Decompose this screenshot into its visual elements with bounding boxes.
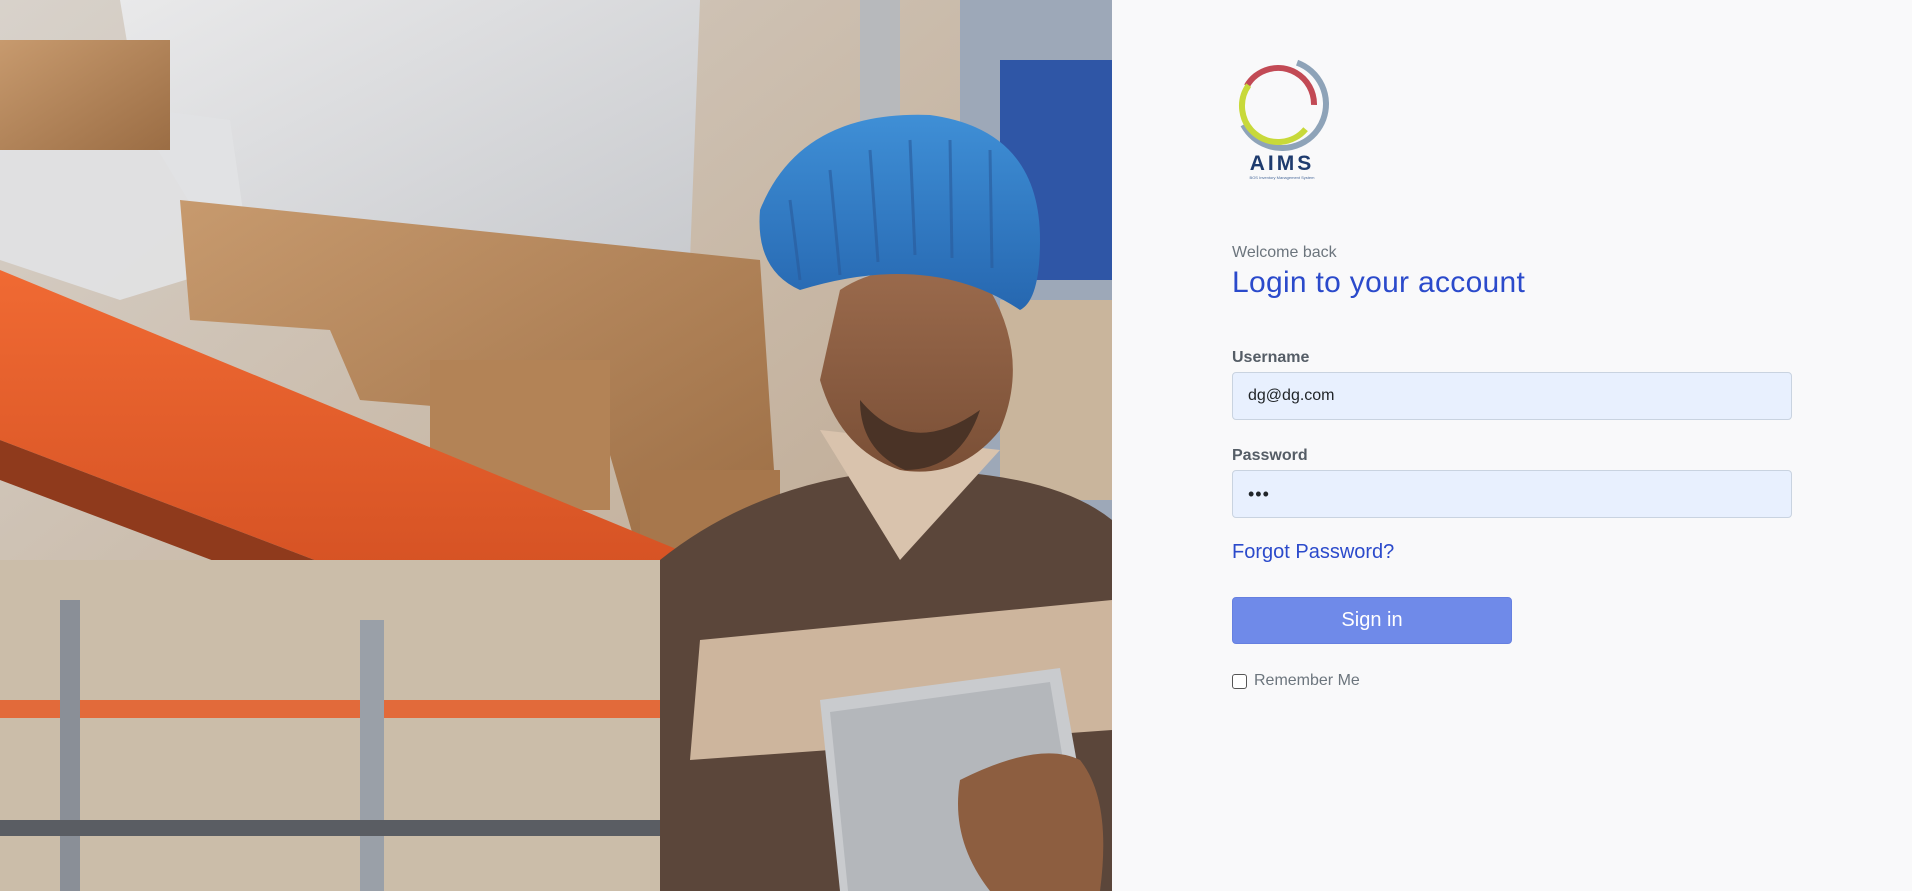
remember-me-checkbox[interactable] [1232,673,1247,689]
hero-photo [0,0,1112,891]
login-page: AIMS BOS Inventory Management System Wel… [0,0,1912,891]
warehouse-illustration [0,0,1112,891]
password-label: Password [1232,447,1308,464]
username-label: Username [1232,349,1310,366]
password-input[interactable]: ••• [1232,470,1792,518]
logo-tagline: BOS Inventory Management System [1249,175,1315,180]
logo-wordmark: AIMS [1249,152,1315,175]
welcome-text: Welcome back [1232,244,1337,261]
forgot-password-link[interactable]: Forgot Password? [1232,541,1394,564]
username-input[interactable]: dg@dg.com [1232,372,1792,420]
remember-me-label: Remember Me [1254,672,1360,689]
aims-logo: AIMS BOS Inventory Management System [1232,56,1332,182]
sign-in-button[interactable]: Sign in [1232,597,1512,644]
login-title: Login to your account [1232,266,1526,299]
remember-me[interactable]: Remember Me [1232,672,1360,690]
